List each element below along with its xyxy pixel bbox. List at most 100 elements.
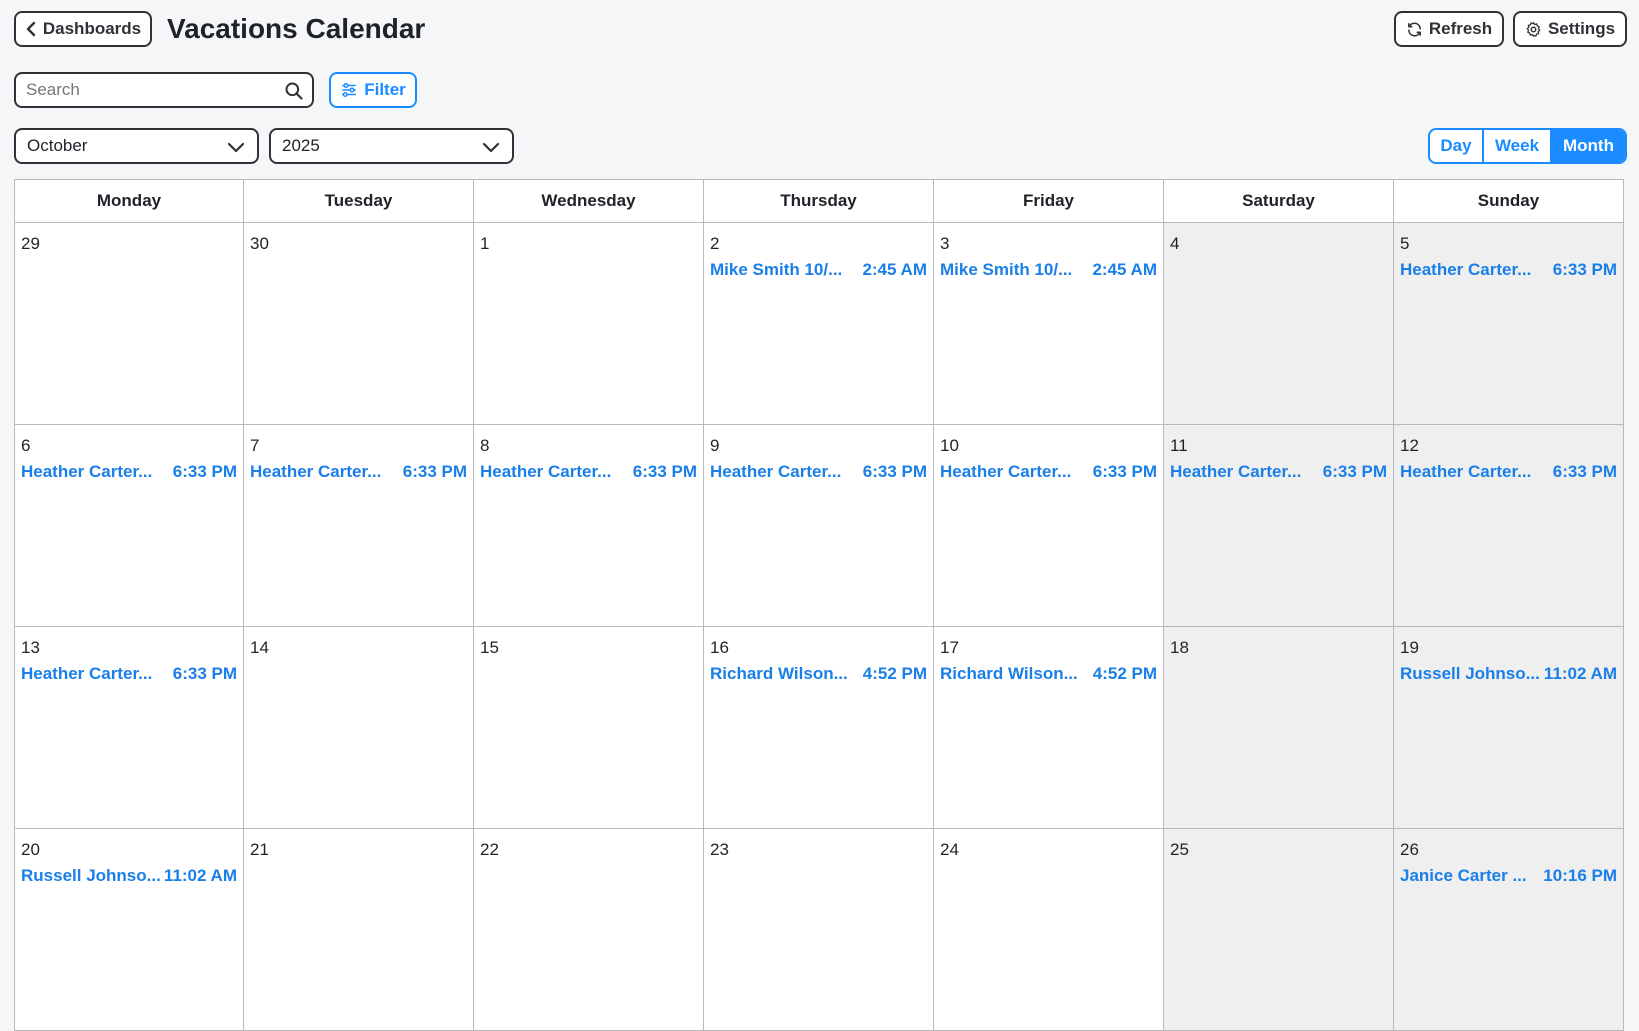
calendar-day-cell[interactable]: 26 Janice Carter ... 10:16 PM bbox=[1394, 829, 1624, 1031]
view-week-button[interactable]: Week bbox=[1484, 130, 1552, 162]
year-select[interactable]: 2025 bbox=[269, 128, 514, 164]
filter-button-label: Filter bbox=[364, 80, 406, 99]
calendar-day-cell[interactable]: 22 bbox=[474, 829, 704, 1031]
event-time: 11:02 AM bbox=[163, 866, 237, 885]
calendar-day-cell[interactable]: 14 bbox=[244, 627, 474, 829]
calendar-event[interactable]: Richard Wilson... 4:52 PM bbox=[710, 664, 933, 684]
search-icon[interactable] bbox=[284, 81, 304, 101]
calendar-event[interactable]: Heather Carter... 6:33 PM bbox=[480, 462, 703, 482]
back-to-dashboards-button[interactable]: Dashboards bbox=[14, 11, 152, 47]
calendar-day-cell[interactable]: 3 Mike Smith 10/... 2:45 AM bbox=[934, 223, 1164, 425]
event-title: Heather Carter... bbox=[250, 462, 382, 481]
back-button-label: Dashboards bbox=[42, 19, 142, 38]
calendar-day-cell[interactable]: 5 Heather Carter... 6:33 PM bbox=[1394, 223, 1624, 425]
weekday-header-saturday: Saturday bbox=[1164, 179, 1394, 223]
day-number: 19 bbox=[1400, 638, 1419, 657]
calendar-day-cell[interactable]: 30 bbox=[244, 223, 474, 425]
calendar-week-row: 29 30 1 2 Mike Smith 10/... 2:45 AM 3 Mike Smit… bbox=[14, 223, 1627, 425]
month-calendar: Monday Tuesday Wednesday Thursday Friday Satu… bbox=[14, 179, 1627, 1031]
day-number: 25 bbox=[1170, 840, 1189, 859]
day-number: 14 bbox=[250, 638, 269, 657]
event-time: 4:52 PM bbox=[1092, 664, 1157, 683]
weekday-header-monday: Monday bbox=[14, 179, 244, 223]
event-time: 6:33 PM bbox=[402, 462, 467, 481]
day-number: 11 bbox=[1170, 436, 1188, 455]
weekday-header-tuesday: Tuesday bbox=[244, 179, 474, 223]
calendar-event[interactable]: Janice Carter ... 10:16 PM bbox=[1400, 866, 1623, 886]
calendar-day-cell[interactable]: 11 Heather Carter... 6:33 PM bbox=[1164, 425, 1394, 627]
calendar-day-cell[interactable]: 21 bbox=[244, 829, 474, 1031]
filter-button[interactable]: Filter bbox=[329, 72, 417, 108]
day-number: 2 bbox=[710, 234, 720, 253]
event-time: 6:33 PM bbox=[1322, 462, 1387, 481]
calendar-day-cell[interactable]: 2 Mike Smith 10/... 2:45 AM bbox=[704, 223, 934, 425]
day-number: 21 bbox=[250, 840, 269, 859]
calendar-event[interactable]: Heather Carter... 6:33 PM bbox=[250, 462, 473, 482]
event-title: Heather Carter... bbox=[1170, 462, 1302, 481]
event-title: Russell Johnso... bbox=[1400, 664, 1540, 683]
calendar-day-cell[interactable]: 24 bbox=[934, 829, 1164, 1031]
calendar-event[interactable]: Heather Carter... 6:33 PM bbox=[710, 462, 933, 482]
weekday-header-wednesday: Wednesday bbox=[474, 179, 704, 223]
calendar-day-cell[interactable]: 29 bbox=[14, 223, 244, 425]
settings-button[interactable]: Settings bbox=[1513, 11, 1627, 47]
search-input[interactable] bbox=[16, 74, 276, 106]
calendar-event[interactable]: Heather Carter... 6:33 PM bbox=[1170, 462, 1393, 482]
search-field[interactable] bbox=[14, 72, 314, 108]
weekday-header-sunday: Sunday bbox=[1394, 179, 1624, 223]
calendar-event[interactable]: Russell Johnso... 11:02 AM bbox=[21, 866, 243, 886]
calendar-day-cell[interactable]: 18 bbox=[1164, 627, 1394, 829]
day-number: 1 bbox=[480, 234, 490, 253]
day-number: 3 bbox=[940, 234, 950, 253]
gear-icon bbox=[1526, 21, 1541, 37]
calendar-day-cell[interactable]: 23 bbox=[704, 829, 934, 1031]
calendar-event[interactable]: Heather Carter... 6:33 PM bbox=[21, 664, 243, 684]
event-time: 6:33 PM bbox=[862, 462, 927, 481]
calendar-day-cell[interactable]: 6 Heather Carter... 6:33 PM bbox=[14, 425, 244, 627]
day-number: 17 bbox=[940, 638, 959, 657]
calendar-day-cell[interactable]: 25 bbox=[1164, 829, 1394, 1031]
day-number: 5 bbox=[1400, 234, 1410, 253]
view-day-button[interactable]: Day bbox=[1430, 130, 1484, 162]
calendar-day-cell[interactable]: 17 Richard Wilson... 4:52 PM bbox=[934, 627, 1164, 829]
calendar-day-cell[interactable]: 19 Russell Johnso... 11:02 AM bbox=[1394, 627, 1624, 829]
calendar-body: 29 30 1 2 Mike Smith 10/... 2:45 AM 3 Mike Smit… bbox=[14, 223, 1627, 1031]
calendar-day-cell[interactable]: 15 bbox=[474, 627, 704, 829]
day-number: 15 bbox=[480, 638, 499, 657]
year-select-value: 2025 bbox=[282, 136, 320, 155]
event-title: Russell Johnso... bbox=[21, 866, 161, 885]
calendar-day-cell[interactable]: 13 Heather Carter... 6:33 PM bbox=[14, 627, 244, 829]
chevron-left-icon bbox=[26, 21, 36, 37]
calendar-week-row: 13 Heather Carter... 6:33 PM 14 15 16 Richard … bbox=[14, 627, 1627, 829]
calendar-day-cell[interactable]: 7 Heather Carter... 6:33 PM bbox=[244, 425, 474, 627]
calendar-event[interactable]: Heather Carter... 6:33 PM bbox=[1400, 260, 1623, 280]
calendar-event[interactable]: Richard Wilson... 4:52 PM bbox=[940, 664, 1163, 684]
calendar-day-cell[interactable]: 9 Heather Carter... 6:33 PM bbox=[704, 425, 934, 627]
month-select-value: October bbox=[27, 136, 88, 155]
calendar-event[interactable]: Heather Carter... 6:33 PM bbox=[1400, 462, 1623, 482]
day-number: 20 bbox=[21, 840, 40, 859]
event-title: Heather Carter... bbox=[21, 462, 153, 481]
calendar-day-cell[interactable]: 12 Heather Carter... 6:33 PM bbox=[1394, 425, 1624, 627]
calendar-event[interactable]: Mike Smith 10/... 2:45 AM bbox=[710, 260, 933, 280]
refresh-button[interactable]: Refresh bbox=[1394, 11, 1504, 47]
calendar-day-cell[interactable]: 8 Heather Carter... 6:33 PM bbox=[474, 425, 704, 627]
calendar-event[interactable]: Mike Smith 10/... 2:45 AM bbox=[940, 260, 1163, 280]
calendar-event[interactable]: Heather Carter... 6:33 PM bbox=[940, 462, 1163, 482]
view-month-button[interactable]: Month bbox=[1552, 130, 1625, 162]
day-number: 10 bbox=[940, 436, 959, 455]
calendar-day-cell[interactable]: 1 bbox=[474, 223, 704, 425]
calendar-event[interactable]: Russell Johnso... 11:02 AM bbox=[1400, 664, 1623, 684]
month-select[interactable]: October bbox=[14, 128, 259, 164]
weekday-header-friday: Friday bbox=[934, 179, 1164, 223]
day-number: 29 bbox=[21, 234, 40, 253]
calendar-event[interactable]: Heather Carter... 6:33 PM bbox=[21, 462, 243, 482]
calendar-day-cell[interactable]: 16 Richard Wilson... 4:52 PM bbox=[704, 627, 934, 829]
day-number: 13 bbox=[21, 638, 40, 657]
calendar-day-cell[interactable]: 20 Russell Johnso... 11:02 AM bbox=[14, 829, 244, 1031]
calendar-day-cell[interactable]: 10 Heather Carter... 6:33 PM bbox=[934, 425, 1164, 627]
settings-button-label: Settings bbox=[1547, 19, 1616, 38]
calendar-day-cell[interactable]: 4 bbox=[1164, 223, 1394, 425]
event-title: Janice Carter ... bbox=[1400, 866, 1527, 885]
refresh-button-label: Refresh bbox=[1428, 19, 1493, 38]
